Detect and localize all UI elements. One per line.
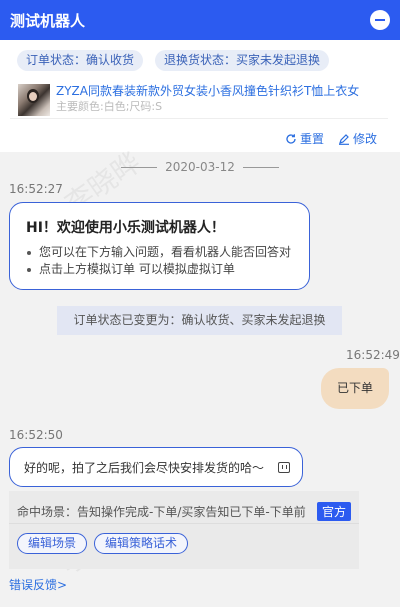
welcome-title: HI！欢迎使用小乐测试机器人！: [26, 220, 225, 236]
chat-area[interactable]: 李晓晔 李晓晔 2020-03-12 16:52:27 HI！欢迎使用小乐测试机…: [0, 146, 400, 607]
product-info: ZYZA同款春装新款外贸女装小香风撞色针织衫T恤上衣女 主要颜色:白色;尺码:S: [56, 84, 359, 118]
welcome-message: HI！欢迎使用小乐测试机器人！ 您可以在下方输入问题，看看机器人能否回答对 点击…: [9, 202, 310, 290]
minus-circle-icon[interactable]: [370, 10, 390, 30]
status-row: 订单状态：确认收货 退换货状态：买家未发起退换: [0, 40, 400, 71]
match-scene-text: 命中场景：告知操作完成-下单/买家告知已下单-下单前: [17, 505, 306, 519]
system-message: 订单状态已变更为：确认收货、买家未发起退换: [57, 306, 342, 335]
date-divider: 2020-03-12: [0, 160, 400, 174]
modify-button[interactable]: 修改: [338, 130, 377, 147]
product-spec: 主要颜色:白色;尺码:S: [56, 100, 163, 113]
divider-line: [242, 167, 279, 168]
error-feedback-link[interactable]: 错误反馈>: [9, 576, 67, 593]
bot-message: 好的呢，拍了之后我们会尽快安排发货的哈～: [9, 447, 303, 487]
product-name[interactable]: ZYZA同款春装新款外贸女装小香风撞色针织衫T恤上衣女: [56, 84, 359, 99]
match-actions: 编辑场景 编辑策略话术: [9, 524, 359, 554]
reset-label: 重置: [299, 132, 324, 146]
message-timestamp: 16:52:27: [9, 182, 63, 196]
order-panel: 订单状态：确认收货 退换货状态：买家未发起退换 ZYZA同款春装新款外贸女装小香…: [0, 40, 400, 152]
refresh-icon: [286, 133, 296, 144]
product-item[interactable]: ZYZA同款春装新款外贸女装小香风撞色针织衫T恤上衣女 主要颜色:白色;尺码:S: [10, 84, 388, 119]
edit-icon: [338, 133, 349, 145]
official-badge: 官方: [316, 502, 351, 521]
app-header: 测试机器人: [0, 0, 400, 40]
welcome-list: 您可以在下方输入问题，看看机器人能否回答对 点击上方模拟订单 可以模拟虚拟订单: [26, 244, 295, 278]
order-actions: 重置 修改: [285, 130, 377, 147]
edit-strategy-button[interactable]: 编辑策略话术: [94, 533, 189, 554]
match-row: 命中场景：告知操作完成-下单/买家告知已下单-下单前 官方: [9, 491, 359, 524]
list-item: 您可以在下方输入问题，看看机器人能否回答对: [26, 244, 295, 261]
date-label: 2020-03-12: [165, 160, 235, 174]
modify-label: 修改: [352, 132, 377, 146]
quote-icon[interactable]: [278, 461, 290, 473]
edit-scene-button[interactable]: 编辑场景: [17, 533, 88, 554]
match-card: 命中场景：告知操作完成-下单/买家告知已下单-下单前 官方 编辑场景 编辑策略话…: [9, 491, 359, 569]
return-status-badge: 退换货状态：买家未发起退换: [155, 50, 330, 71]
user-message: 已下单: [321, 368, 389, 409]
divider-line: [121, 167, 158, 168]
order-status-badge: 订单状态：确认收货: [17, 50, 144, 71]
page-title: 测试机器人: [10, 11, 86, 30]
product-thumbnail: [18, 84, 50, 116]
list-item: 点击上方模拟订单 可以模拟虚拟订单: [26, 261, 295, 278]
message-timestamp: 16:52:50: [9, 428, 63, 442]
bot-message-text: 好的呢，拍了之后我们会尽快安排发货的哈～: [24, 460, 265, 475]
message-timestamp: 16:52:49: [346, 348, 400, 362]
reset-button[interactable]: 重置: [285, 130, 324, 147]
